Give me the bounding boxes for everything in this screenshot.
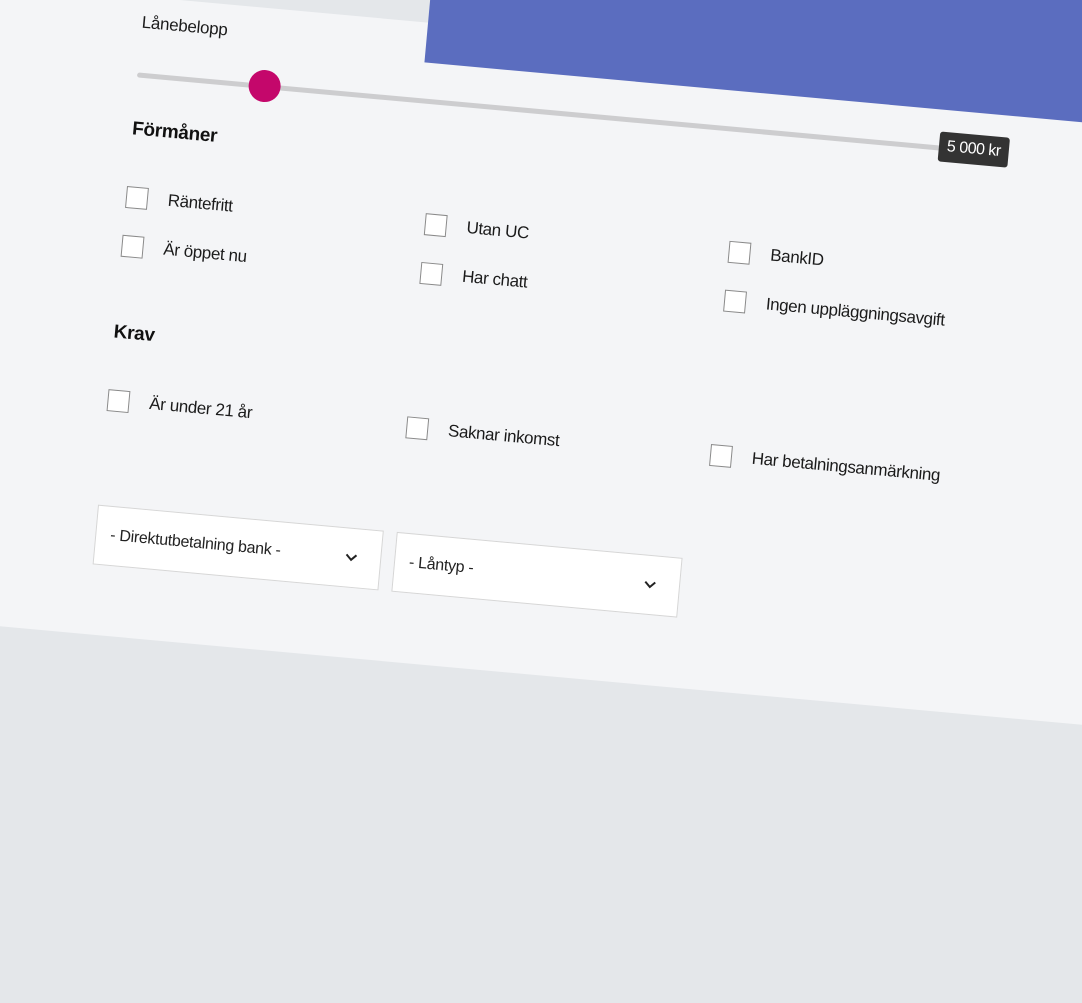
- checkbox-label: Har betalningsanmärkning: [751, 448, 941, 485]
- checkbox-label: Har chatt: [461, 266, 529, 292]
- loan-type-select[interactable]: - Låntyp -: [391, 531, 683, 618]
- checkbox-no-setup-fee[interactable]: Ingen uppläggningsavgift: [723, 289, 946, 332]
- checkbox-box[interactable]: [423, 213, 448, 238]
- checkbox-box[interactable]: [125, 185, 149, 210]
- checkbox-label: Är öppet nu: [162, 239, 248, 267]
- filter-panel: Lånebelopp 5 000 kr Förmåner Räntefritt …: [0, 0, 1082, 1003]
- loan-amount-slider-thumb[interactable]: [247, 68, 283, 104]
- checkbox-box[interactable]: [727, 240, 752, 265]
- checkbox-label: Är under 21 år: [148, 393, 253, 423]
- checkbox-label: Utan UC: [465, 217, 530, 243]
- loan-type-select-value: - Låntyp -: [408, 554, 475, 577]
- chevron-down-icon: [345, 553, 358, 562]
- checkbox-has-chat[interactable]: Har chatt: [419, 261, 529, 294]
- checkbox-box[interactable]: [120, 234, 145, 259]
- checkbox-bankid[interactable]: BankID: [727, 240, 825, 272]
- benefits-heading: Förmåner: [131, 118, 219, 147]
- checkbox-label: Saknar inkomst: [447, 421, 561, 451]
- checkbox-box[interactable]: [419, 261, 444, 286]
- requirements-heading: Krav: [112, 321, 156, 347]
- checkbox-interest-free[interactable]: Räntefritt: [125, 185, 234, 218]
- checkbox-label: Ingen uppläggningsavgift: [765, 294, 946, 330]
- checkbox-box[interactable]: [709, 443, 733, 468]
- checkbox-payment-remarks[interactable]: Har betalningsanmärkning: [709, 443, 941, 487]
- direct-payment-select-value: - Direktutbetalning bank -: [109, 526, 282, 560]
- checkbox-without-uc[interactable]: Utan UC: [423, 213, 530, 244]
- header-banner: [424, 0, 1082, 145]
- checkbox-box[interactable]: [405, 416, 430, 441]
- checkbox-box[interactable]: [723, 289, 747, 314]
- loan-amount-label: Lånebelopp: [141, 12, 229, 40]
- filter-card: Lånebelopp 5 000 kr Förmåner Räntefritt …: [0, 0, 1082, 736]
- checkbox-open-now[interactable]: Är öppet nu: [120, 234, 248, 268]
- checkbox-label: Räntefritt: [167, 190, 234, 216]
- checkbox-box[interactable]: [106, 389, 131, 414]
- loan-amount-value: 5 000 kr: [937, 131, 1010, 168]
- direct-payment-select[interactable]: - Direktutbetalning bank -: [92, 504, 384, 591]
- checkbox-under-21[interactable]: Är under 21 år: [106, 389, 253, 424]
- checkbox-no-income[interactable]: Saknar inkomst: [405, 416, 560, 452]
- chevron-down-icon: [644, 580, 656, 589]
- checkbox-label: BankID: [769, 245, 825, 270]
